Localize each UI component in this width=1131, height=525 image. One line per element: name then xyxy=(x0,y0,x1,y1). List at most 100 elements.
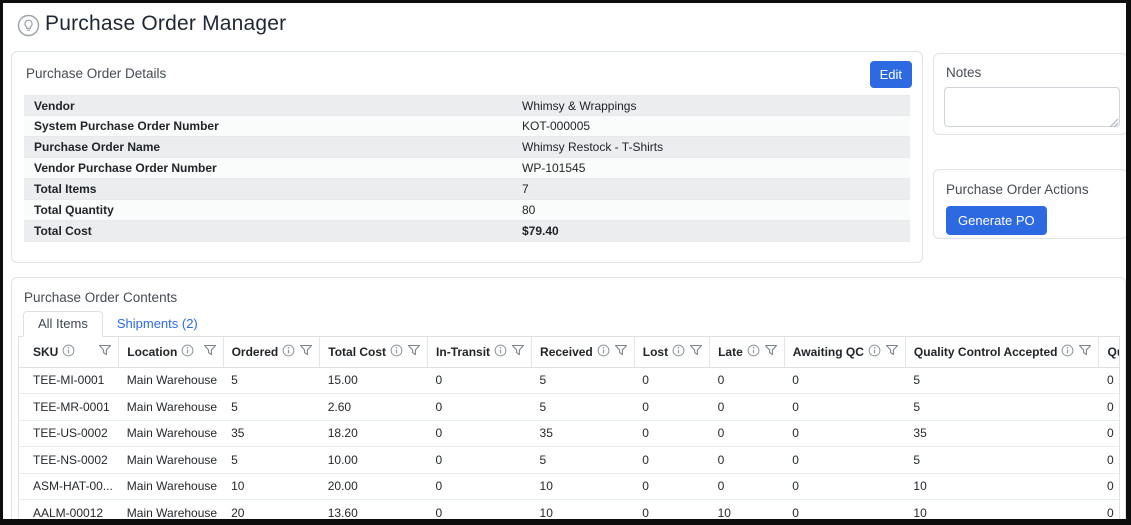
contents-tab-bar: All ItemsShipments (2) xyxy=(23,311,1119,336)
table-cell: 10 xyxy=(710,500,785,525)
table-cell: 0 xyxy=(784,367,905,394)
detail-row: Total Items 7 xyxy=(24,179,910,200)
detail-label: Vendor Purchase Order Number xyxy=(34,158,217,179)
info-icon[interactable] xyxy=(868,344,881,360)
table-cell: 0 xyxy=(784,473,905,500)
table-cell: TEE-MI-0001 xyxy=(19,367,119,394)
details-card-title: Purchase Order Details xyxy=(26,66,166,81)
column-header-label: SKU xyxy=(33,345,58,359)
info-icon[interactable] xyxy=(672,344,685,360)
table-cell: TEE-US-0002 xyxy=(19,420,119,447)
detail-row: Total Cost$79.40 xyxy=(24,221,910,242)
column-header-label: Quality Control Accepted xyxy=(914,345,1058,359)
app-window: Purchase Order Manager Purchase Order De… xyxy=(0,0,1131,525)
info-icon[interactable] xyxy=(494,344,507,360)
detail-label: Total Items xyxy=(34,179,96,200)
detail-value: 80 xyxy=(522,200,535,221)
table-cell: 0 xyxy=(710,420,785,447)
table-cell: TEE-MR-0001 xyxy=(19,394,119,421)
detail-row: System Purchase Order NumberKOT-000005 xyxy=(24,116,910,137)
edit-button[interactable]: Edit xyxy=(870,61,912,88)
table-row[interactable]: TEE-MI-0001Main Warehouse515.000500050 xyxy=(19,367,1120,394)
table-cell: 0 xyxy=(428,367,532,394)
table-cell: 0 xyxy=(634,420,709,447)
filter-funnel-icon[interactable] xyxy=(511,344,525,360)
column-header: Total Cost xyxy=(320,337,428,367)
column-header-label: Late xyxy=(718,345,743,359)
table-cell: 0 xyxy=(710,394,785,421)
purchase-order-actions-card: Purchase Order Actions Generate PO xyxy=(933,169,1128,239)
title-bar: Purchase Order Manager xyxy=(3,3,1126,49)
filter-funnel-icon[interactable] xyxy=(203,344,217,360)
table-cell: 0 xyxy=(784,447,905,474)
table-cell: 10 xyxy=(905,500,1099,525)
table-cell: 5 xyxy=(223,367,320,394)
purchase-order-details-card: Purchase Order Details Edit VendorWhimsy… xyxy=(11,51,923,263)
table-cell: 35 xyxy=(532,420,635,447)
column-header-label: Location xyxy=(127,345,177,359)
filter-funnel-icon[interactable] xyxy=(614,344,628,360)
column-header: Late xyxy=(710,337,785,367)
filter-funnel-icon[interactable] xyxy=(299,344,313,360)
table-cell: 0 xyxy=(784,420,905,447)
table-cell: 0 xyxy=(710,447,785,474)
generate-po-button[interactable]: Generate PO xyxy=(946,206,1047,235)
table-cell: Main Warehouse xyxy=(119,394,223,421)
filter-funnel-icon[interactable] xyxy=(885,344,899,360)
tab-all-items[interactable]: All Items xyxy=(23,311,103,337)
table-cell: Main Warehouse xyxy=(119,447,223,474)
table-cell: 0 xyxy=(634,500,709,525)
filter-funnel-icon[interactable] xyxy=(689,344,703,360)
items-table-container: SKULocationOrderedTotal CostIn-TransitRe… xyxy=(18,336,1120,525)
table-row[interactable]: TEE-MR-0001Main Warehouse52.600500050 xyxy=(19,394,1120,421)
column-header-label: Ordered xyxy=(232,345,279,359)
table-cell: 0 xyxy=(634,473,709,500)
notes-title: Notes xyxy=(946,65,981,80)
table-cell: 0 xyxy=(1099,473,1120,500)
table-cell: 5 xyxy=(905,394,1099,421)
table-cell: AALM-00012 xyxy=(19,500,119,525)
filter-funnel-icon[interactable] xyxy=(407,344,421,360)
table-cell: Main Warehouse xyxy=(119,500,223,525)
table-row[interactable]: ASM-HAT-00...Main Warehouse1020.00010000… xyxy=(19,473,1120,500)
table-cell: 5 xyxy=(223,394,320,421)
info-icon[interactable] xyxy=(181,344,194,360)
table-header-row: SKULocationOrderedTotal CostIn-TransitRe… xyxy=(19,337,1120,367)
table-cell: Main Warehouse xyxy=(119,420,223,447)
column-header: Location xyxy=(119,337,223,367)
table-cell: 10 xyxy=(532,500,635,525)
detail-value: KOT-000005 xyxy=(522,116,590,137)
info-icon[interactable] xyxy=(597,344,610,360)
notes-input[interactable] xyxy=(944,87,1120,127)
items-table: SKULocationOrderedTotal CostIn-TransitRe… xyxy=(19,337,1120,525)
info-icon[interactable] xyxy=(282,344,295,360)
table-cell: 5 xyxy=(905,447,1099,474)
info-icon[interactable] xyxy=(747,344,760,360)
table-cell: 0 xyxy=(634,367,709,394)
detail-row: Vendor Purchase Order NumberWP-101545 xyxy=(24,158,910,179)
table-cell: TEE-NS-0002 xyxy=(19,447,119,474)
table-row[interactable]: TEE-NS-0002Main Warehouse510.000500050 xyxy=(19,447,1120,474)
lightbulb-circle-icon xyxy=(17,14,40,42)
table-cell: 10 xyxy=(223,473,320,500)
filter-funnel-icon[interactable] xyxy=(98,344,112,360)
info-icon[interactable] xyxy=(390,344,403,360)
info-icon[interactable] xyxy=(1061,344,1074,360)
table-cell: 13.60 xyxy=(320,500,428,525)
table-row[interactable]: TEE-US-0002Main Warehouse3518.2003500035… xyxy=(19,420,1120,447)
column-header-label: Received xyxy=(540,345,593,359)
filter-funnel-icon[interactable] xyxy=(1078,344,1092,360)
detail-label: Total Cost xyxy=(34,221,92,242)
detail-value: 7 xyxy=(522,179,529,200)
filter-funnel-icon[interactable] xyxy=(764,344,778,360)
tab-shipments[interactable]: Shipments (2) xyxy=(103,312,212,336)
notes-card: Notes xyxy=(933,53,1128,135)
column-header: Received xyxy=(532,337,635,367)
table-cell: 0 xyxy=(428,420,532,447)
table-cell: 0 xyxy=(784,394,905,421)
info-icon[interactable] xyxy=(62,344,75,360)
table-cell: 20 xyxy=(223,500,320,525)
table-row[interactable]: AALM-00012Main Warehouse2013.60010010010… xyxy=(19,500,1120,525)
table-cell: 0 xyxy=(710,473,785,500)
table-cell: 18.20 xyxy=(320,420,428,447)
